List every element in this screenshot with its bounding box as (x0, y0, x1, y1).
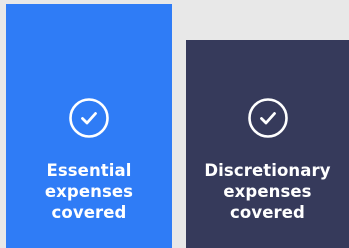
essential-expenses-card: Essential expenses covered (6, 4, 172, 248)
check-circle-icon (247, 98, 288, 138)
discretionary-expenses-label: Discretionary expenses covered (204, 161, 331, 222)
check-circle-icon (69, 98, 109, 138)
essential-expenses-label: Essential expenses covered (44, 161, 134, 222)
discretionary-expenses-card: Discretionary expenses covered (186, 40, 349, 248)
